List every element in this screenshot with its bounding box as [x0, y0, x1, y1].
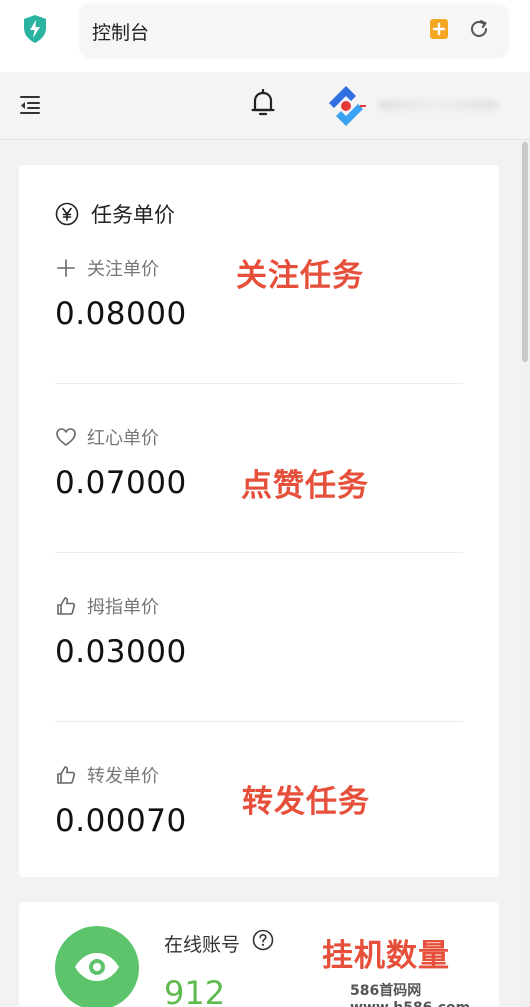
eye-icon [75, 953, 119, 981]
reload-icon[interactable] [468, 18, 490, 40]
divider [55, 552, 463, 553]
divider [55, 383, 463, 384]
annotation-like-task: 点赞任务 [241, 468, 369, 504]
card-title-text: 任务单价 [91, 203, 175, 227]
eye-badge [55, 926, 139, 1007]
app-header [0, 72, 530, 140]
question-circle-icon[interactable] [252, 929, 274, 951]
price-item-value: 0.08000 [55, 296, 187, 332]
price-item-thumb: 拇指单价 0.03000 [55, 594, 465, 670]
plus-icon [57, 259, 75, 277]
watermark: 586首码网 www.h586.com [350, 983, 470, 1007]
app-logo-icon[interactable] [324, 84, 368, 128]
shield-lightning-icon[interactable] [22, 14, 48, 44]
address-text: 控制台 [92, 22, 150, 44]
price-item-label: 转发单价 [87, 766, 159, 787]
annotation-hangup-count: 挂机数量 [322, 938, 450, 974]
thumbs-up-icon [57, 597, 76, 615]
price-item-label: 拇指单价 [87, 597, 159, 618]
price-item-value: 0.03000 [55, 634, 187, 670]
page-scrollbar[interactable] [520, 140, 530, 1007]
card-title: 任务单价 [55, 199, 175, 229]
bookmark-add-icon[interactable] [428, 18, 450, 40]
heart-icon [56, 428, 76, 446]
yen-icon [55, 202, 79, 226]
annotation-follow-task: 关注任务 [236, 258, 364, 294]
price-item-label: 红心单价 [87, 428, 159, 449]
user-name-redacted [378, 100, 498, 110]
menu-fold-icon[interactable] [18, 94, 42, 116]
online-accounts-label: 在线账号 [164, 934, 241, 956]
annotation-forward-task: 转发任务 [242, 784, 370, 820]
bell-icon[interactable] [250, 88, 276, 118]
thumbs-up-icon [57, 766, 76, 784]
scrollbar-thumb[interactable] [522, 142, 528, 362]
price-item-label: 关注单价 [87, 259, 159, 280]
browser-bar: 控制台 [0, 0, 530, 72]
online-accounts-value: 912 [164, 974, 226, 1007]
address-bar[interactable]: 控制台 [80, 4, 508, 56]
divider [55, 721, 463, 722]
